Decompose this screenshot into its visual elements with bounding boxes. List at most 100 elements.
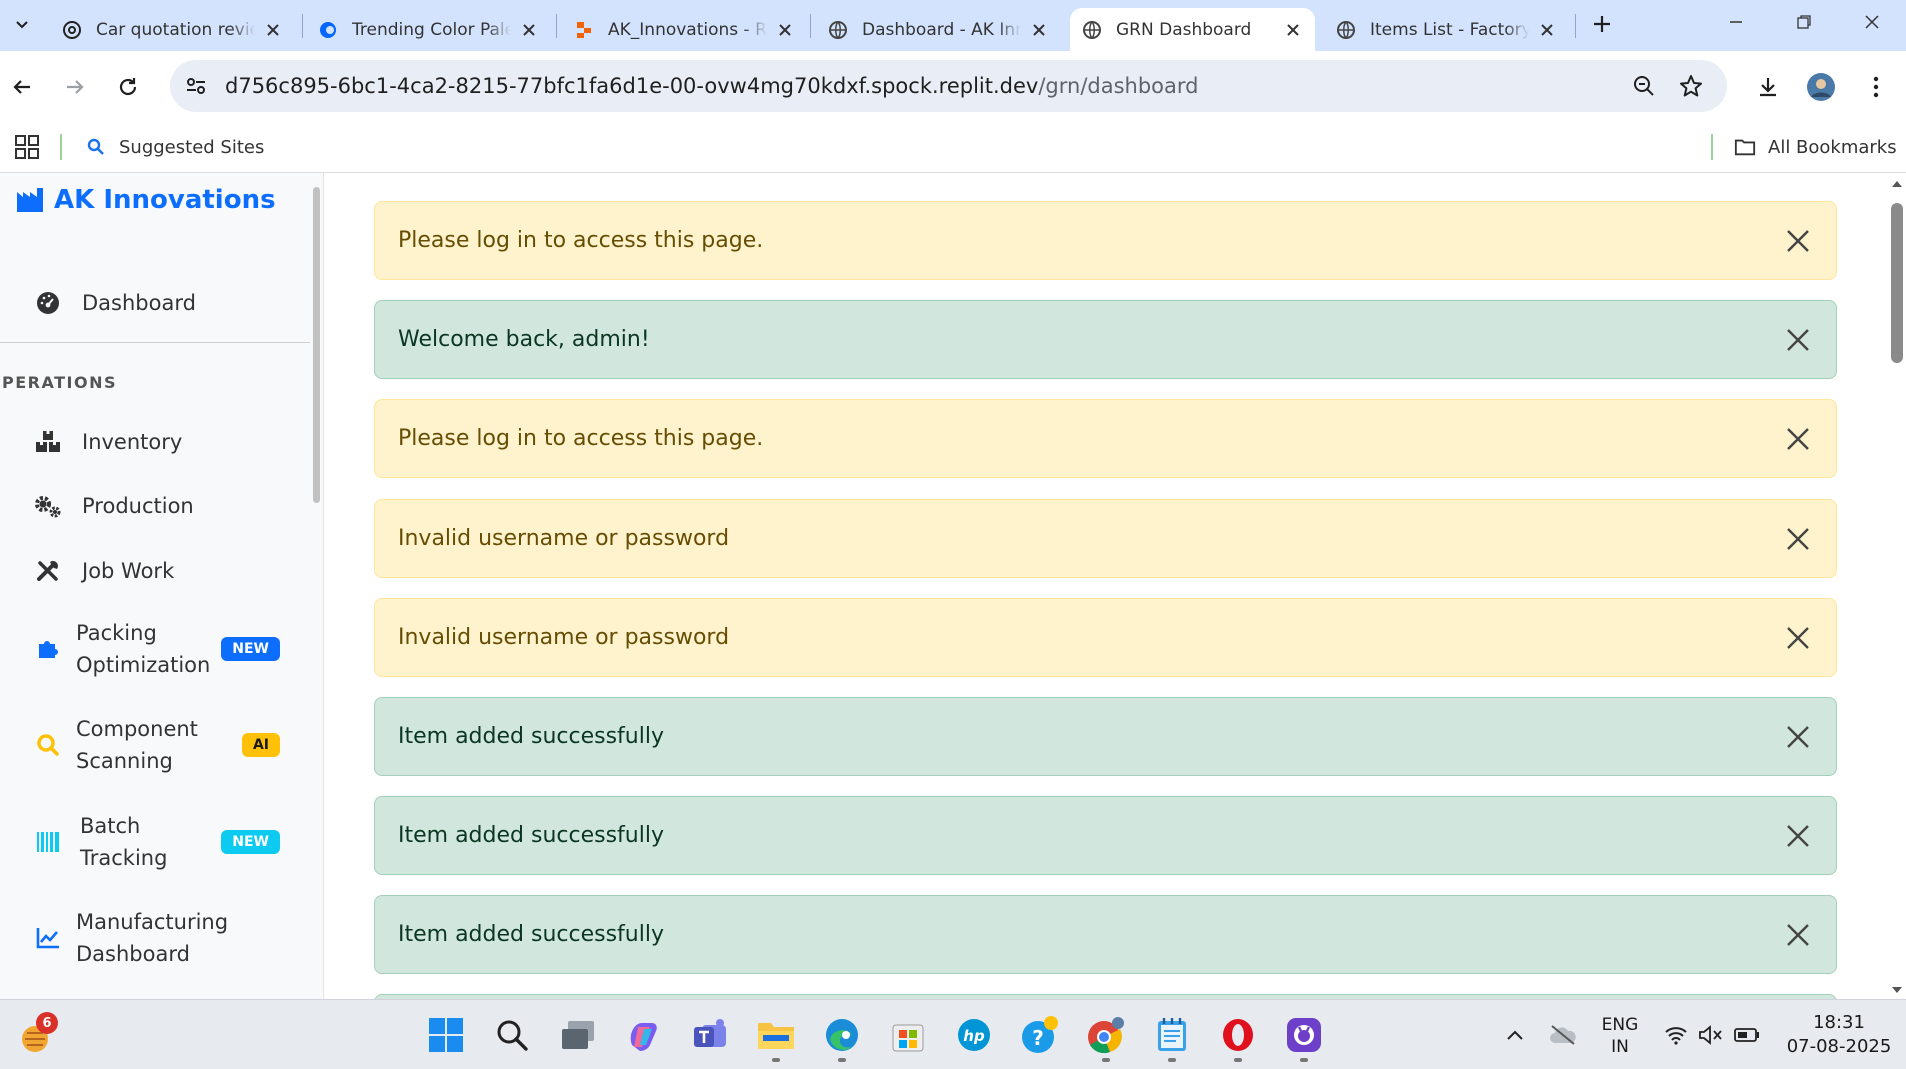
sidebar-scrollbar-thumb[interactable]	[313, 187, 320, 503]
tab-grn-dashboard[interactable]: GRN Dashboard	[1070, 8, 1315, 51]
chrome-icon	[1088, 1017, 1124, 1054]
close-icon	[1787, 627, 1809, 649]
tab-car-quotation[interactable]: Car quotation review	[50, 8, 295, 51]
chevron-down-icon	[16, 21, 28, 29]
coolors-icon	[318, 20, 338, 40]
taskbar-edge[interactable]	[821, 1014, 863, 1062]
alert-close-button[interactable]	[1778, 320, 1818, 360]
scroll-down-icon	[1892, 987, 1902, 993]
profile-avatar[interactable]	[1801, 67, 1841, 107]
taskbar-github[interactable]	[1283, 1014, 1325, 1062]
tab-search-button[interactable]	[6, 8, 38, 40]
sidebar-item-production[interactable]: Production	[0, 484, 300, 528]
taskbar-chrome[interactable]	[1085, 1014, 1127, 1062]
taskbar-teams[interactable]	[689, 1014, 731, 1056]
cogs-icon	[34, 492, 62, 520]
sidebar-item-label: Inventory	[82, 430, 183, 454]
task-view-button[interactable]	[557, 1014, 599, 1056]
tab-dashboard-ak[interactable]: Dashboard - AK Innovations	[816, 8, 1061, 51]
apps-grid-icon[interactable]	[14, 134, 40, 160]
close-tab-icon[interactable]	[1537, 20, 1557, 40]
taskbar-hp[interactable]: hp	[953, 1014, 995, 1056]
tab-title: GRN Dashboard	[1116, 19, 1252, 40]
alert-warning: Please log in to access this page.	[374, 201, 1837, 280]
clock[interactable]: 18:31 07-08-2025	[1779, 1011, 1899, 1059]
close-icon	[1787, 329, 1809, 351]
sidebar-item-job-work[interactable]: Job Work	[0, 549, 300, 593]
page-scrollbar[interactable]	[1888, 173, 1906, 999]
language-indicator[interactable]: ENG IN	[1588, 1014, 1652, 1058]
sidebar-item-label: Component Scanning	[76, 717, 198, 773]
taskbar-notepad[interactable]	[1151, 1014, 1193, 1062]
sidebar-item-component-scanning[interactable]: Component Scanning AI	[0, 710, 300, 780]
store-icon	[892, 1024, 924, 1052]
alert-close-button[interactable]	[1778, 816, 1818, 856]
sidebar-item-batch-tracking[interactable]: Batch Tracking NEW	[0, 807, 300, 877]
alert-close-button[interactable]	[1778, 618, 1818, 658]
site-info-icon[interactable]	[182, 72, 210, 100]
alert-close-button[interactable]	[1778, 419, 1818, 459]
sidebar-item-dashboard[interactable]: Dashboard	[0, 281, 300, 325]
widgets-button[interactable]: 6	[14, 1012, 58, 1058]
close-tab-icon[interactable]	[775, 20, 795, 40]
new-tab-button[interactable]	[1586, 8, 1618, 40]
restore-button[interactable]	[1770, 0, 1838, 44]
taskbar-file-explorer[interactable]	[755, 1014, 797, 1062]
browser-toolbar: d756c895-6bc1-4ca2-8215-77bfc1fa6d1e-00-…	[0, 51, 1906, 121]
taskbar-search-button[interactable]	[491, 1014, 533, 1056]
onedrive-button[interactable]	[1542, 1014, 1584, 1056]
address-bar[interactable]: d756c895-6bc1-4ca2-8215-77bfc1fa6d1e-00-…	[170, 60, 1727, 112]
alert-warning: Please log in to access this page.	[374, 399, 1837, 478]
sidebar-item-packing-optimization[interactable]: Packing Optimization NEW	[0, 614, 300, 684]
taskbar-copilot[interactable]	[623, 1014, 665, 1056]
taskbar-help[interactable]: ?	[1019, 1014, 1061, 1056]
close-tab-icon[interactable]	[519, 20, 539, 40]
close-tab-icon[interactable]	[1283, 20, 1303, 40]
notification-count: 6	[36, 1012, 58, 1034]
running-indicator	[1102, 1058, 1110, 1062]
close-tab-icon[interactable]	[263, 20, 283, 40]
alert-success: Item added successfully	[374, 895, 1837, 974]
start-button[interactable]	[425, 1014, 467, 1056]
opera-icon	[1223, 1019, 1253, 1051]
menu-button[interactable]	[1856, 67, 1896, 107]
plus-icon	[1594, 16, 1610, 32]
alert-close-button[interactable]	[1778, 221, 1818, 261]
zoom-icon[interactable]	[1630, 72, 1658, 100]
openai-icon	[62, 20, 82, 40]
reload-button[interactable]	[108, 67, 148, 107]
sidebar-item-inventory[interactable]: Inventory	[0, 420, 300, 464]
tab-replit[interactable]: AK_Innovations - Replit	[562, 8, 807, 51]
minimize-button[interactable]	[1702, 0, 1770, 44]
running-indicator	[1300, 1058, 1308, 1062]
globe-icon	[1336, 20, 1356, 40]
all-bookmarks-button[interactable]: All Bookmarks	[1734, 133, 1897, 161]
taskbar-store[interactable]	[887, 1014, 929, 1056]
bookmark-suggested-sites[interactable]: Suggested Sites	[85, 133, 264, 161]
close-icon	[1787, 428, 1809, 450]
sidebar-item-manufacturing-dashboard[interactable]: Manufacturing Dashboard	[0, 903, 300, 973]
back-button[interactable]	[2, 67, 42, 107]
downloads-button[interactable]	[1748, 67, 1788, 107]
alert-close-button[interactable]	[1778, 519, 1818, 559]
sidebar-scrollbar[interactable]	[312, 173, 322, 999]
arrow-right-icon	[67, 80, 84, 94]
web-page: AK Innovations Dashboard PERATIONS Inven…	[0, 173, 1906, 999]
alert-close-button[interactable]	[1778, 915, 1818, 955]
close-window-button[interactable]	[1838, 0, 1906, 44]
tray-overflow-button[interactable]	[1494, 1014, 1536, 1056]
brand-link[interactable]: AK Innovations	[16, 185, 276, 215]
close-tab-icon[interactable]	[1029, 20, 1049, 40]
battery-button[interactable]	[1726, 1014, 1768, 1056]
page-scrollbar-thumb[interactable]	[1891, 203, 1903, 363]
tab-items-list[interactable]: Items List - Factory	[1324, 8, 1569, 51]
taskbar-opera[interactable]	[1217, 1014, 1259, 1062]
bookmark-star-icon[interactable]	[1677, 72, 1705, 100]
tab-trending-colors[interactable]: Trending Color Palettes	[306, 8, 551, 51]
forward-button[interactable]	[55, 67, 95, 107]
tab-title: Items List - Factory	[1370, 19, 1529, 40]
windows-taskbar: 6 hp ? ENG IN 18:31 07-08-2025	[0, 999, 1906, 1069]
download-icon	[1760, 78, 1776, 97]
volume-muted-icon	[1699, 1025, 1722, 1045]
alert-close-button[interactable]	[1778, 717, 1818, 757]
